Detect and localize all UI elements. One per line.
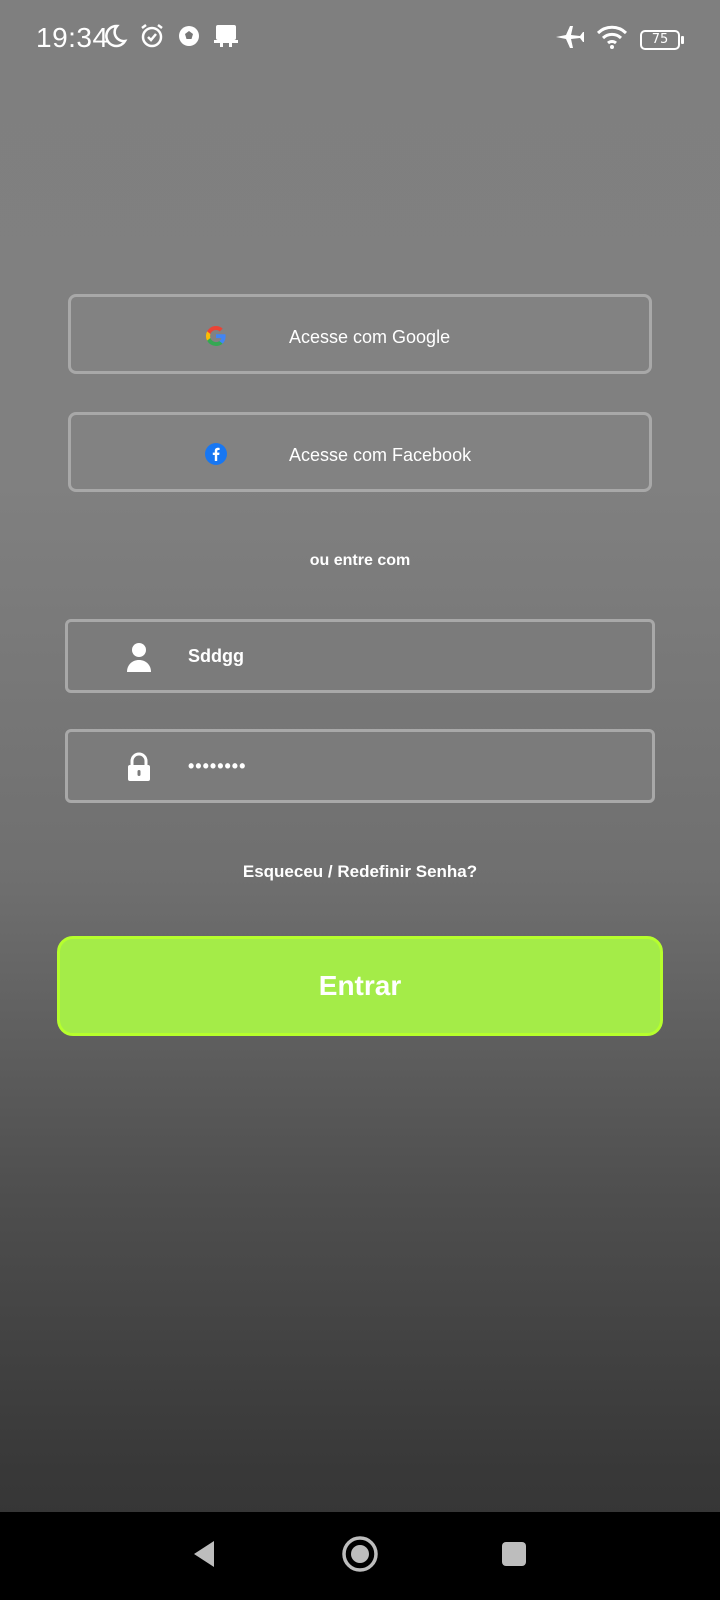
home-icon (341, 1535, 379, 1578)
status-time: 19:34 (36, 22, 109, 53)
forgot-password-link[interactable]: Esqueceu / Redefinir Senha? (0, 862, 720, 882)
status-icons-left (102, 22, 240, 55)
user-icon (124, 642, 154, 672)
login-button[interactable]: Entrar (57, 936, 663, 1036)
divider-text: ou entre com (309, 552, 411, 569)
facebook-icon (204, 442, 228, 466)
google-icon (204, 324, 228, 348)
back-button[interactable] (164, 1512, 244, 1600)
home-button[interactable] (320, 1512, 400, 1600)
password-field[interactable] (65, 729, 655, 803)
moon-icon (102, 23, 128, 54)
username-input[interactable] (188, 622, 628, 690)
lock-icon (124, 752, 154, 782)
password-input[interactable] (188, 732, 628, 800)
alarm-icon (138, 22, 166, 55)
facebook-login-button[interactable]: Acesse com Facebook (68, 412, 652, 492)
battery-indicator: 75 (640, 29, 684, 50)
recents-button[interactable] (474, 1512, 554, 1600)
back-icon (190, 1539, 218, 1574)
airplane-icon (554, 24, 585, 55)
status-bar: 19:34 75 (0, 0, 720, 80)
username-field[interactable] (65, 619, 655, 693)
facebook-login-label: Acesse com Facebook (289, 445, 472, 465)
wifi-icon (596, 24, 628, 55)
google-login-button[interactable]: Acesse com Google (68, 294, 652, 374)
notification-icon (212, 22, 240, 55)
status-icons-right: 75 (554, 24, 684, 55)
navigation-bar (0, 1512, 720, 1600)
recents-icon (500, 1540, 528, 1573)
google-login-label: Acesse com Google (289, 327, 451, 347)
soccer-ball-icon (176, 23, 202, 54)
